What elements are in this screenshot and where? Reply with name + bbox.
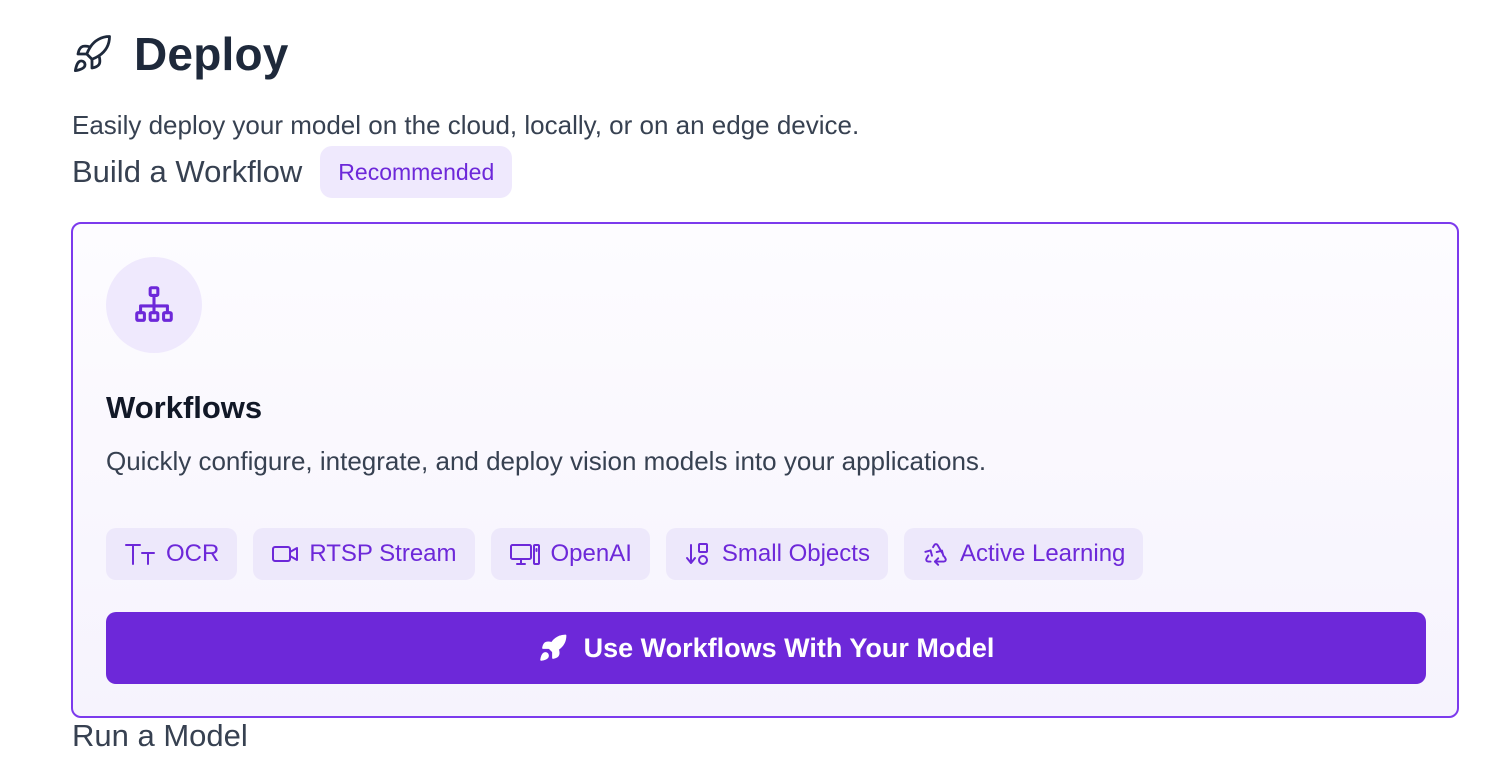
page-title: Deploy (134, 28, 289, 80)
chip-label: OpenAI (550, 540, 632, 567)
chip-active-learning[interactable]: Active Learning (903, 528, 1144, 580)
feature-chips: OCR RTSP Stream OpenAI Small Objects Act… (106, 528, 1144, 580)
page-subtitle: Easily deploy your model on the cloud, l… (72, 110, 860, 140)
chip-openai[interactable]: OpenAI (490, 528, 650, 580)
desktop-computer-icon (509, 544, 540, 565)
rocket-icon (539, 634, 566, 661)
recycle-icon (924, 543, 947, 566)
sort-shapes-icon (685, 543, 708, 565)
text-size-icon (125, 544, 155, 565)
page-header: Deploy (70, 26, 289, 82)
rocket-icon (70, 32, 114, 76)
card-description: Quickly configure, integrate, and deploy… (106, 446, 987, 476)
deploy-page: Deploy Easily deploy your model on the c… (0, 0, 1496, 770)
chip-small-objects[interactable]: Small Objects (665, 528, 888, 580)
recommended-badge: Recommended (320, 146, 513, 198)
chip-label: RTSP Stream (309, 540, 457, 567)
workflows-card: Workflows Quickly configure, integrate, … (71, 222, 1459, 718)
workflow-hierarchy-icon (106, 257, 202, 353)
chip-label: Active Learning (959, 540, 1126, 567)
section-title-run-model: Run a Model (72, 718, 248, 753)
card-title: Workflows (106, 390, 263, 425)
video-camera-icon (272, 546, 299, 562)
chip-label: OCR (166, 540, 220, 567)
build-workflow-section-header: Build a Workflow Recommended (72, 146, 513, 198)
section-title-build-workflow: Build a Workflow (72, 154, 303, 189)
button-label: Use Workflows With Your Model (583, 632, 995, 663)
chip-ocr[interactable]: OCR (106, 528, 238, 580)
chip-rtsp-stream[interactable]: RTSP Stream (253, 528, 475, 580)
use-workflows-button[interactable]: Use Workflows With Your Model (106, 612, 1426, 684)
chip-label: Small Objects (721, 540, 870, 567)
